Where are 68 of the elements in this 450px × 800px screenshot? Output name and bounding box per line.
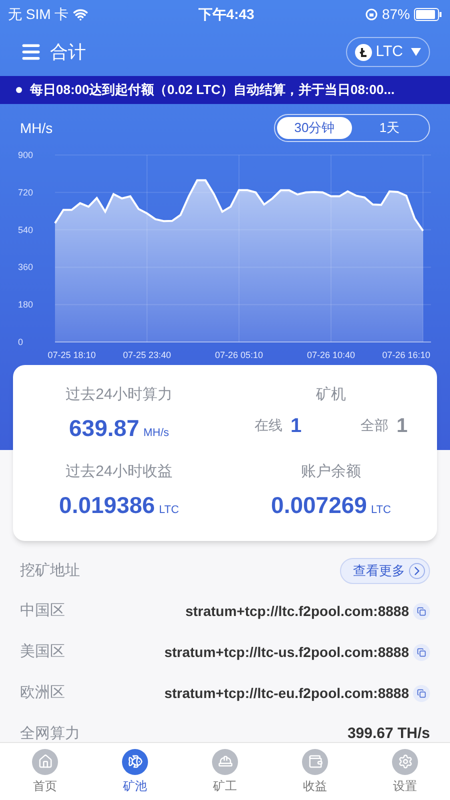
y-tick-label: 900 [18, 150, 34, 160]
tab-item[interactable]: 矿工 [195, 748, 255, 794]
region-label: 中国区 [20, 601, 65, 622]
tab-icon [302, 748, 328, 774]
network-hashrate: 399.67 TH/s [347, 724, 430, 744]
y-tick-label: 0 [18, 337, 24, 347]
copy-button[interactable] [413, 644, 430, 661]
battery-icon [414, 8, 442, 20]
tab-icon [392, 748, 418, 774]
stat-label: 过去24小时算力 [66, 385, 172, 405]
x-tick-label: 07-25 23:40 [122, 350, 172, 360]
stat-unit: MH/s [143, 426, 170, 440]
region-label: 欧洲区 [20, 683, 65, 704]
clock-text: 下午4:43 [198, 4, 254, 24]
pool-url: stratum+tcp://ltc-us.f2pool.com:8888 [164, 643, 409, 662]
stat-unit: LTC [370, 502, 391, 518]
tab-item[interactable]: 首页 [15, 748, 75, 794]
section-title: 挖矿地址 [20, 560, 80, 581]
online-label: 在线 [254, 416, 282, 435]
x-tick-label: 07-26 10:40 [306, 350, 356, 360]
menu-icon [20, 41, 42, 63]
online-count: 1 [290, 414, 302, 438]
copy-icon [417, 689, 426, 698]
copy-icon [417, 648, 426, 657]
y-tick-label: 360 [18, 262, 34, 272]
x-tick-label: 07-26 16:10 [382, 350, 430, 360]
tab-icon [32, 748, 58, 774]
copy-button[interactable] [413, 685, 430, 702]
total-count: 1 [396, 414, 408, 438]
y-tick-label: 180 [18, 300, 34, 310]
coin-selector[interactable]: LTC [346, 37, 430, 67]
copy-icon [417, 607, 426, 616]
tab-item[interactable]: 设置 [375, 748, 435, 794]
pool-url: stratum+tcp://ltc-eu.f2pool.com:8888 [164, 684, 409, 703]
carrier-text: 无 SIM 卡 [8, 4, 69, 24]
battery-text: 87% [382, 4, 410, 24]
range-tab[interactable]: 1天 [352, 117, 427, 139]
coin-icon [354, 44, 372, 60]
settlement-notice: 每日08:00达到起付额（0.02 LTC）自动结算，并于当日08:00... [30, 81, 395, 100]
view-more-button[interactable]: 查看更多 [340, 558, 430, 584]
x-tick-label: 07-25 18:10 [48, 350, 96, 360]
tab-item[interactable]: 收益 [285, 748, 345, 794]
range-tab[interactable]: 30分钟 [277, 117, 352, 139]
tab-item[interactable]: 矿池 [105, 748, 165, 794]
menu-button[interactable]: 合计 [20, 38, 86, 66]
total-label: 全部 [360, 416, 388, 435]
stat-value: 639.87 [68, 414, 140, 442]
caret-icon [411, 48, 421, 56]
wifi-icon [72, 6, 88, 22]
stat-value: 0.007269 [271, 490, 367, 520]
network-label: 全网算力 [20, 724, 80, 744]
stat-value: 0.019386 [59, 490, 155, 520]
y-tick-label: 540 [18, 224, 34, 235]
unit-label: MH/s [20, 118, 53, 138]
copy-button[interactable] [413, 603, 430, 620]
tab-icon [212, 748, 238, 774]
pool-url: stratum+tcp://ltc.f2pool.com:8888 [185, 602, 409, 621]
region-label: 美国区 [20, 642, 65, 662]
tab-icon [122, 748, 148, 774]
stat-label: 过去24小时收益 [66, 462, 172, 482]
stat-unit: LTC [158, 502, 179, 518]
rotation-lock-icon [364, 8, 378, 20]
stat-label: 账户余额 [301, 462, 361, 482]
chevron-icon [409, 563, 425, 579]
bullet-icon [16, 87, 22, 93]
stat-label: 矿机 [316, 385, 346, 405]
x-tick-label: 07-26 05:10 [214, 350, 264, 360]
y-tick-label: 720 [18, 187, 34, 198]
